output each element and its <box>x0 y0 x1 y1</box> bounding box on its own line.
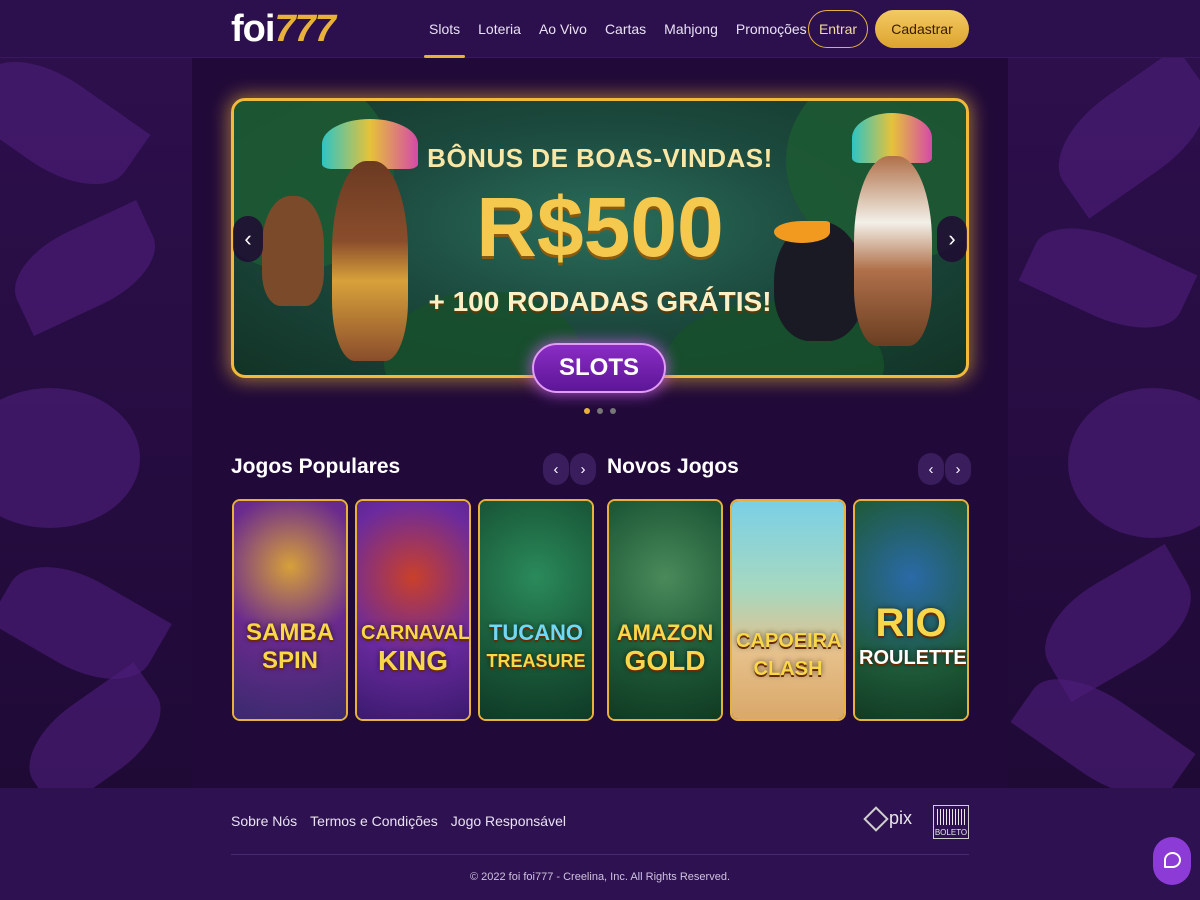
game-title-line: AMAZON <box>616 620 714 645</box>
game-art <box>480 501 592 719</box>
game-title: TUCANO TREASURE <box>484 619 588 675</box>
signup-button[interactable]: Cadastrar <box>875 10 969 48</box>
new-next-button[interactable]: › <box>945 453 971 485</box>
nav-item-loteria[interactable]: Loteria <box>469 0 530 58</box>
boleto-payment-logo: BOLETO <box>933 805 969 839</box>
pagination-dot[interactable] <box>597 408 603 414</box>
banner-next-button[interactable]: › <box>937 216 967 262</box>
footer-link-sobre-nos[interactable]: Sobre Nós <box>231 813 297 829</box>
nav-item-mahjong[interactable]: Mahjong <box>655 0 727 58</box>
game-title-line: TUCANO <box>488 620 584 645</box>
footer-links: Sobre Nós Termos e Condições Jogo Respon… <box>231 813 566 829</box>
game-title: RIO ROULETTE <box>859 601 967 673</box>
main-nav: Slots Loteria Ao Vivo Cartas Mahjong Pro… <box>420 0 816 58</box>
new-games-title: Novos Jogos <box>607 455 739 478</box>
chevron-left-icon: ‹ <box>553 460 559 478</box>
footer-divider <box>231 854 969 855</box>
game-card-amazon-gold[interactable]: AMAZON GOLD <box>607 499 723 721</box>
promo-banner[interactable]: BÔNUS DE BOAS-VINDAS! R$500 + 100 RODADA… <box>231 98 969 378</box>
chat-bubble-icon <box>1164 852 1181 868</box>
game-title-line: RIO <box>875 601 947 645</box>
chevron-right-icon: › <box>955 460 961 478</box>
game-card-tucano-treasure[interactable]: TUCANO TREASURE <box>478 499 594 721</box>
game-card-carnaval-king[interactable]: CARNAVAL KING <box>355 499 471 721</box>
banner-title: BÔNUS DE BOAS-VINDAS! <box>427 143 773 173</box>
left-foliage-decoration <box>0 58 192 788</box>
nav-item-promocoes[interactable]: Promoções <box>727 0 816 58</box>
game-title: AMAZON GOLD <box>613 619 717 675</box>
banner-pagination <box>0 408 1200 414</box>
copyright-text: © 2022 foi foi777 - Creelina, Inc. All R… <box>469 871 730 883</box>
chevron-left-icon: ‹ <box>928 460 934 478</box>
game-art <box>234 501 346 719</box>
chevron-right-icon: › <box>580 460 586 478</box>
nav-item-cartas[interactable]: Cartas <box>596 0 655 58</box>
logo-word: foi <box>231 8 275 50</box>
game-title-line: CAPOEIRA <box>736 630 842 652</box>
game-title-line: CLASH <box>753 658 823 680</box>
site-logo[interactable]: foi777 <box>231 8 336 51</box>
banner-subtitle: + 100 RODADAS GRÁTIS! <box>428 286 772 317</box>
new-prev-button[interactable]: ‹ <box>918 453 944 485</box>
game-card-rio-roulette[interactable]: RIO ROULETTE <box>853 499 969 721</box>
logo-number: 777 <box>274 8 335 50</box>
game-title-line: CARNAVAL <box>361 622 471 644</box>
game-title-line: ROULETTE <box>859 647 967 669</box>
game-art <box>732 501 844 719</box>
nav-item-ao-vivo[interactable]: Ao Vivo <box>530 0 596 58</box>
pagination-dot[interactable] <box>584 408 590 414</box>
game-title: CARNAVAL KING <box>361 619 469 676</box>
page-footer: Sobre Nós Termos e Condições Jogo Respon… <box>0 788 1200 900</box>
game-art <box>357 501 469 719</box>
footer-link-jogo-responsavel[interactable]: Jogo Responsável <box>451 813 566 829</box>
barcode-icon <box>937 809 965 825</box>
game-title: SAMBA SPIN <box>238 619 342 675</box>
game-card-capoeira-clash[interactable]: CAPOEIRA CLASH <box>730 499 846 721</box>
live-chat-button[interactable] <box>1153 837 1191 885</box>
popular-games-title: Jogos Populares <box>231 455 401 478</box>
game-title-line: GOLD <box>624 645 706 676</box>
footer-link-termos[interactable]: Termos e Condições <box>310 813 438 829</box>
pix-payment-logo: pix <box>863 805 913 832</box>
popular-next-button[interactable]: › <box>570 453 596 485</box>
game-title-line: TREASURE <box>486 651 586 671</box>
popular-prev-button[interactable]: ‹ <box>543 453 569 485</box>
chevron-right-icon: › <box>948 226 956 251</box>
pagination-dot[interactable] <box>610 408 616 414</box>
pix-label: pix <box>889 808 913 828</box>
game-title-line: KING <box>378 645 448 676</box>
game-title-line: SAMBA <box>246 619 334 646</box>
top-header: foi777 Slots Loteria Ao Vivo Cartas Mahj… <box>0 0 1200 58</box>
nav-item-slots[interactable]: Slots <box>420 0 469 58</box>
banner-slots-button[interactable]: SLOTS <box>532 343 666 393</box>
game-card-samba-spin[interactable]: SAMBA SPIN <box>232 499 348 721</box>
pix-icon <box>863 805 889 832</box>
chevron-left-icon: ‹ <box>244 226 252 251</box>
game-title-line: SPIN <box>261 647 318 674</box>
boleto-label: BOLETO <box>934 828 968 837</box>
banner-amount: R$500 <box>476 180 724 274</box>
banner-prev-button[interactable]: ‹ <box>233 216 263 262</box>
right-foliage-decoration <box>1008 58 1200 788</box>
game-art <box>609 501 721 719</box>
login-button[interactable]: Entrar <box>808 10 868 48</box>
game-title: CAPOEIRA CLASH <box>736 627 842 683</box>
